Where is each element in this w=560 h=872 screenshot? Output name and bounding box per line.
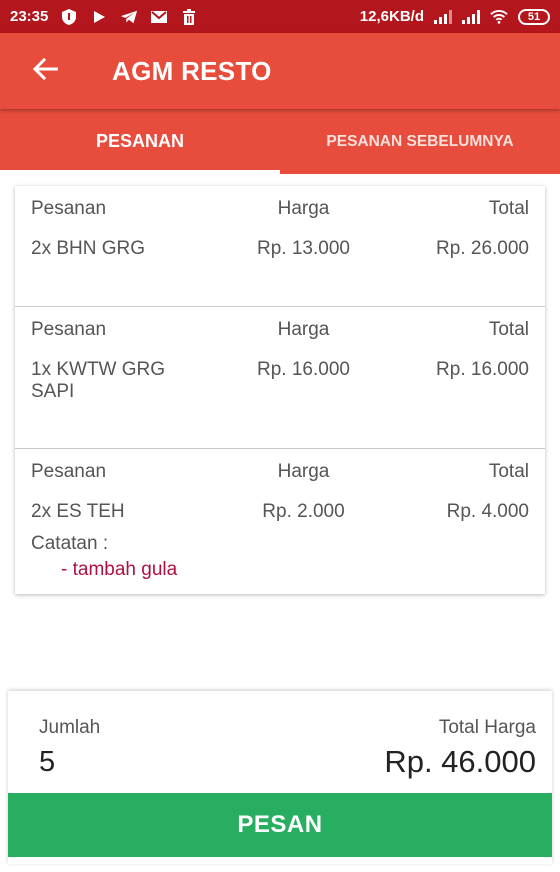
order-header-row: Pesanan Harga Total — [31, 449, 529, 489]
order-item-name: 2x ES TEH — [31, 501, 125, 522]
order-item-price: Rp. 13.000 — [257, 238, 350, 259]
header-harga: Harga — [277, 319, 330, 340]
order-item[interactable]: Pesanan Harga Total 2x ES TEH Rp. 2.000 … — [15, 449, 545, 594]
note-text: - tambah gula — [61, 559, 178, 580]
play-icon — [90, 8, 108, 26]
order-list: Pesanan Harga Total 2x BHN GRG Rp. 13.00… — [15, 186, 545, 594]
status-bar-right: 12,6KB/d 51 — [360, 8, 550, 26]
wifi-icon — [490, 8, 508, 26]
order-summary: Jumlah Total Harga 5 Rp. 46.000 PESAN — [8, 691, 552, 864]
battery-icon: 51 — [518, 8, 550, 25]
order-item-price: Rp. 2.000 — [262, 501, 345, 522]
header-pesanan: Pesanan — [31, 461, 107, 482]
order-item-price: Rp. 16.000 — [257, 359, 350, 380]
tab-indicator — [0, 170, 280, 174]
header-total: Total — [488, 319, 529, 340]
header-harga: Harga — [277, 461, 330, 482]
order-header-row: Pesanan Harga Total — [31, 307, 529, 347]
clock: 23:35 — [10, 8, 49, 25]
tab-label: PESANAN SEBELUMNYA — [326, 132, 514, 150]
signal-icon — [462, 9, 480, 24]
status-bar-left: 23:35 — [10, 8, 198, 26]
header-total: Total — [488, 461, 529, 482]
header-total: Total — [488, 198, 529, 219]
order-item[interactable]: Pesanan Harga Total 2x BHN GRG Rp. 13.00… — [15, 186, 545, 307]
note-label: Catatan : — [31, 533, 109, 554]
qty-label: Jumlah — [39, 717, 101, 738]
order-values-row: 2x BHN GRG Rp. 13.000 Rp. 26.000 — [31, 226, 529, 266]
order-item-total: Rp. 4.000 — [446, 501, 529, 522]
tab-label: PESANAN — [95, 131, 184, 151]
shield-icon — [60, 8, 78, 26]
order-item-name: 1x KWTW GRG SAPI — [31, 359, 166, 402]
header-pesanan: Pesanan — [31, 198, 107, 219]
order-values-row: 1x KWTW GRG SAPI Rp. 16.000 Rp. 16.000 — [31, 347, 529, 402]
order-values-row: 2x ES TEH Rp. 2.000 Rp. 4.000 — [31, 489, 529, 529]
back-button[interactable] — [16, 41, 76, 101]
app-title: AGM RESTO — [112, 55, 272, 86]
order-header-row: Pesanan Harga Total — [31, 186, 529, 226]
order-item-total: Rp. 26.000 — [436, 238, 529, 259]
header-harga: Harga — [277, 198, 330, 219]
mail-icon — [150, 8, 168, 26]
trash-icon — [180, 8, 198, 26]
status-bar: 23:35 12,6KB/d 51 — [0, 0, 560, 33]
pesan-button[interactable]: PESAN — [8, 793, 552, 857]
tab-pesanan-sebelumnya[interactable]: PESANAN SEBELUMNYA — [280, 109, 560, 174]
battery-level: 51 — [527, 10, 541, 23]
order-item-total: Rp. 16.000 — [436, 359, 529, 380]
qty-value: 5 — [39, 746, 56, 778]
total-label: Total Harga — [438, 717, 536, 738]
screen: 23:35 12,6KB/d 51 AGM RESTO PESANAN PESA… — [0, 0, 560, 872]
network-speed: 12,6KB/d — [359, 8, 424, 25]
total-value: Rp. 46.000 — [384, 744, 536, 779]
order-item-name: 2x BHN GRG — [31, 238, 146, 259]
tab-bar: PESANAN PESANAN SEBELUMNYA — [0, 109, 560, 174]
telegram-icon — [120, 8, 138, 26]
order-item[interactable]: Pesanan Harga Total 1x KWTW GRG SAPI Rp.… — [15, 307, 545, 449]
app-bar: AGM RESTO — [0, 33, 560, 109]
signal-icon — [434, 9, 452, 24]
header-pesanan: Pesanan — [31, 319, 107, 340]
arrow-left-icon — [32, 57, 59, 85]
tab-pesanan[interactable]: PESANAN — [0, 109, 280, 174]
